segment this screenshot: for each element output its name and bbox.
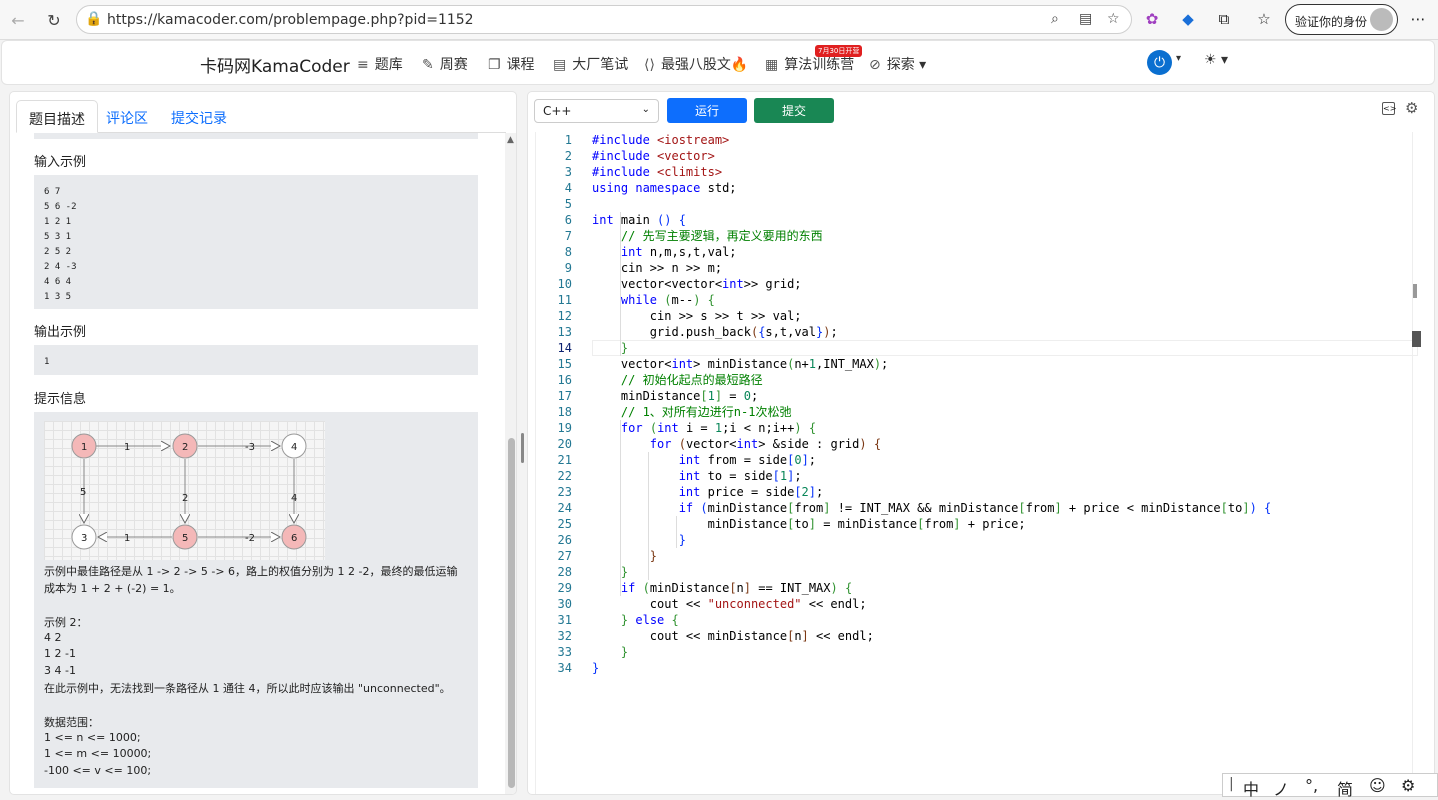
address-bar[interactable]: 🔒 https://kamacoder.com/problempage.php?… xyxy=(76,5,1132,34)
tip-line: 3 4 -1 xyxy=(44,664,76,677)
graph-node-label: 2 xyxy=(182,442,188,453)
tip-line: 示例中最佳路径是从 1 -> 2 -> 5 -> 6，路上的权值分别为 1 2 … xyxy=(44,565,458,578)
run-button[interactable]: 运行 xyxy=(667,98,747,123)
problem-scrollbar[interactable]: ▲ xyxy=(505,133,516,794)
graph-node-label: 1 xyxy=(81,442,87,453)
tip-line: 1 <= n <= 1000; xyxy=(44,731,141,744)
nav-interview[interactable]: ▤ 大厂笔试 xyxy=(553,54,628,74)
tip-line: 示例 2： xyxy=(44,616,88,629)
output-example-title: 输出示例 xyxy=(34,325,87,340)
site-header: 卡码网KamaCoder ≡ 题库 ✎ 周赛 ❐ 课程 ▤ 大厂笔试 ⟨⟩ 最强八股文🔥 … xyxy=(1,40,1435,85)
pencil-icon: ✎ xyxy=(422,57,434,73)
zoom-icon[interactable]: ⌕ xyxy=(1051,11,1059,27)
language-select[interactable]: C++ ⌄ xyxy=(534,99,659,123)
graph-svg: 1 2 4 3 5 6 1 -3 5 2 4 1 -2 xyxy=(71,433,307,550)
tab-description[interactable]: 题目描述 xyxy=(16,100,98,133)
graph-node-label: 5 xyxy=(182,533,188,544)
lock-icon: 🔒 xyxy=(85,11,103,27)
ime-width-button[interactable]: °, xyxy=(1305,776,1318,795)
user-menu-chevron-icon[interactable]: ▾ xyxy=(1176,53,1181,64)
back-icon[interactable]: ← xyxy=(4,6,32,34)
more-menu-icon[interactable]: ⋯ xyxy=(1406,7,1430,31)
ime-toolbar: | 中 ノ °, 简 ☺ ⚙ xyxy=(1222,773,1438,800)
divider xyxy=(34,133,478,139)
problem-panel: 题目描述 评论区 提交记录 输入示例 6 75 6 -2 1 2 15 3 12 … xyxy=(9,91,517,795)
extensions-puzzle-icon[interactable]: ⧉ xyxy=(1212,7,1236,31)
nav-problems[interactable]: ≡ 题库 xyxy=(357,54,403,74)
current-line-number: 14 xyxy=(557,341,572,355)
editor-cursor-marker xyxy=(1412,331,1421,347)
copilot-icon[interactable]: ✿ xyxy=(1140,7,1164,31)
doc-icon: ▤ xyxy=(553,57,567,73)
tip-line: 成本为 1 + 2 + (-2) = 1。 xyxy=(44,582,181,595)
compass-icon: ⊘ xyxy=(869,57,881,73)
nav-courses[interactable]: ❐ 课程 xyxy=(488,54,535,74)
copy-icon: ❐ xyxy=(488,57,501,73)
editor-panel: C++ ⌄ 运行 提交 <> ⚙ 1 #include <iostream> 2 #i… xyxy=(527,91,1435,795)
tips-title: 提示信息 xyxy=(34,392,87,407)
tips-block: 1 2 4 3 5 6 1 -3 5 2 4 1 -2 示例中最佳路径是从 1 … xyxy=(34,412,478,788)
edge-weight-label: 2 xyxy=(182,493,188,504)
new-badge: 7月30日开营 xyxy=(815,45,863,57)
ime-handle[interactable]: | xyxy=(1229,776,1234,792)
reader-icon[interactable]: ▤ xyxy=(1079,11,1092,27)
list-icon: ≡ xyxy=(357,57,369,73)
nav-baguwen[interactable]: ⟨⟩ 最强八股文🔥 xyxy=(644,54,748,74)
tip-line: -100 <= v <= 100; xyxy=(44,764,152,777)
tab-comments[interactable]: 评论区 xyxy=(94,100,160,133)
tip-line: 1 <= m <= 10000; xyxy=(44,747,152,760)
edge-weight-label: 4 xyxy=(291,493,297,504)
edge-weight-label: 1 xyxy=(124,442,130,453)
nav-training[interactable]: ▦ 算法训练营 xyxy=(765,54,854,74)
edge-weight-label: -3 xyxy=(245,442,255,453)
nav-explore[interactable]: ⊘ 探索 ▾ xyxy=(869,54,926,74)
url-text: https://kamacoder.com/problempage.php?pi… xyxy=(107,12,474,28)
graph-figure: 1 2 4 3 5 6 1 -3 5 2 4 1 -2 xyxy=(44,421,325,560)
code-view-icon[interactable]: <> xyxy=(1382,102,1396,115)
output-example-block: 1 xyxy=(34,345,478,375)
tip-line: 在此示例中，无法找到一条路径从 1 通往 4，所以此时应该输出 "unconne… xyxy=(44,682,451,695)
avatar xyxy=(1370,8,1393,31)
ime-mode-button[interactable]: 中 xyxy=(1243,776,1259,800)
edge-weight-label: 5 xyxy=(80,487,86,498)
tab-submissions[interactable]: 提交记录 xyxy=(159,100,239,133)
chevron-down-icon: ⌄ xyxy=(641,104,650,115)
profile-button[interactable]: 验证你的身份 xyxy=(1285,4,1398,35)
refresh-icon[interactable]: ↻ xyxy=(40,6,68,34)
site-logo[interactable]: 卡码网KamaCoder xyxy=(200,52,350,77)
extension-icon[interactable]: ◆ xyxy=(1176,7,1200,31)
graph-node-label: 6 xyxy=(291,533,297,544)
problem-content: 输入示例 6 75 6 -2 1 2 15 3 12 5 22 4 -3 4 6 4… xyxy=(10,133,504,794)
graph-node-label: 3 xyxy=(81,533,87,544)
ime-simplified-button[interactable]: 简 xyxy=(1337,776,1353,800)
code-icon: ⟨⟩ xyxy=(644,57,655,73)
scroll-up-icon[interactable]: ▲ xyxy=(507,135,514,145)
editor-scrollbar-marker[interactable] xyxy=(1413,284,1417,298)
edge-weight-label: -2 xyxy=(245,533,255,544)
ime-settings-icon[interactable]: ⚙ xyxy=(1401,776,1415,795)
ime-punct-button[interactable]: ノ xyxy=(1273,776,1289,800)
tip-line: 1 2 -1 xyxy=(44,647,76,660)
problem-tabs: 题目描述 评论区 提交记录 xyxy=(16,100,506,133)
graph-node-label: 4 xyxy=(291,442,297,453)
panel-resize-handle[interactable] xyxy=(521,433,524,463)
theme-toggle-icon[interactable]: ☀ ▾ xyxy=(1204,52,1228,68)
input-example-title: 输入示例 xyxy=(34,155,87,170)
user-menu-icon[interactable]: ⏻ xyxy=(1147,50,1172,75)
emoji-icon[interactable]: ☺ xyxy=(1369,776,1386,795)
scrollbar-thumb[interactable] xyxy=(508,438,515,788)
submit-button[interactable]: 提交 xyxy=(754,98,834,123)
favorite-star-icon[interactable]: ☆ xyxy=(1107,11,1120,27)
nav-contest[interactable]: ✎ 周赛 xyxy=(422,54,468,74)
editor-ruler xyxy=(1412,132,1413,794)
input-example-block: 6 75 6 -2 1 2 15 3 12 5 22 4 -3 4 6 41 3 5 xyxy=(34,175,478,309)
browser-toolbar: ← ↻ 🔒 https://kamacoder.com/problempage.… xyxy=(0,0,1438,40)
favorites-icon[interactable]: ☆ xyxy=(1252,7,1276,31)
tip-line: 4 2 xyxy=(44,631,62,644)
edge-weight-label: 1 xyxy=(124,533,130,544)
code-editor[interactable]: 1 #include <iostream> 2 #include <vector> … xyxy=(535,132,1421,794)
tip-line: 数据范围： xyxy=(44,716,99,729)
calendar-icon: ▦ xyxy=(765,57,779,73)
settings-icon[interactable]: ⚙ xyxy=(1405,99,1418,117)
